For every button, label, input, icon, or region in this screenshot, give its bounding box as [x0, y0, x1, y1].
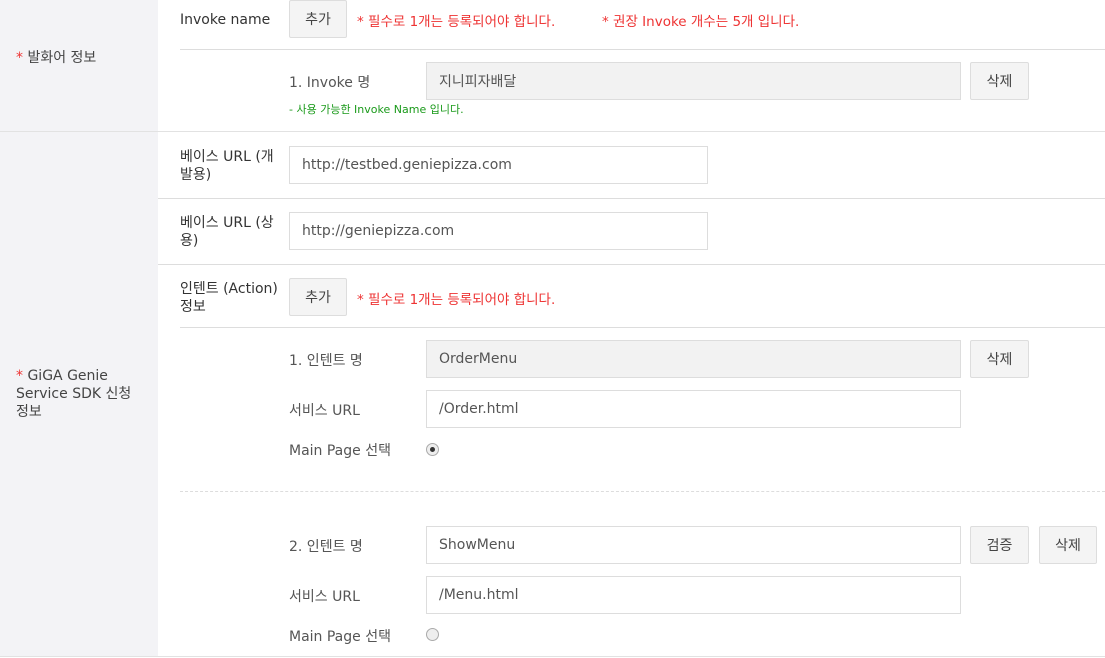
invoke-status-message: - 사용 가능한 Invoke Name 입니다.	[289, 103, 464, 116]
intent-2-name-label: 2. 인텐트 명	[289, 539, 363, 555]
invoke-name-label: Invoke name	[180, 12, 271, 28]
intent-1-url-input[interactable]: /Order.html	[426, 390, 961, 428]
add-intent-button[interactable]: 추가	[289, 278, 347, 316]
intent-1-main-page-label: Main Page 선택	[289, 443, 391, 459]
intent-2-verify-button[interactable]: 검증	[970, 526, 1029, 564]
base-url-prod-input[interactable]: http://geniepizza.com	[289, 212, 708, 250]
delete-invoke-button[interactable]: 삭제	[970, 62, 1029, 100]
add-invoke-button[interactable]: 추가	[289, 0, 347, 38]
intent-2-name-input[interactable]: ShowMenu	[426, 526, 961, 564]
intent-info-label: 인텐트 (Action) 정보	[180, 281, 278, 315]
intent-2-main-page-radio[interactable]	[426, 628, 439, 641]
intent-1-url-label: 서비스 URL	[289, 403, 360, 419]
intent-2-main-page-label: Main Page 선택	[289, 629, 391, 645]
intent-1-name-label: 1. 인텐트 명	[289, 353, 363, 369]
intent-2-delete-button[interactable]: 삭제	[1039, 526, 1097, 564]
intent-1-delete-button[interactable]: 삭제	[970, 340, 1029, 378]
base-url-dev-label: 베이스 URL (개발용)	[180, 149, 274, 183]
intent-2-url-input[interactable]: /Menu.html	[426, 576, 961, 614]
intent-1-name-input[interactable]: OrderMenu	[426, 340, 961, 378]
invoke-recommended-warning: * 권장 Invoke 개수는 5개 입니다.	[602, 14, 800, 30]
invoke-required-warning: * 필수로 1개는 등록되어야 합니다.	[357, 14, 556, 30]
utterance-info-label: * 발화어 정보	[16, 50, 97, 66]
invoke-name-input[interactable]: 지니피자배달	[426, 62, 961, 100]
invoke-item-label: 1. Invoke 명	[289, 75, 371, 91]
sdk-info-label: * GiGA Genie Service SDK 신청 정보	[16, 368, 132, 420]
intent-2-url-label: 서비스 URL	[289, 589, 360, 605]
intent-1-main-page-radio[interactable]	[426, 443, 439, 456]
base-url-prod-label: 베이스 URL (상용)	[180, 215, 274, 249]
base-url-dev-input[interactable]: http://testbed.geniepizza.com	[289, 146, 708, 184]
intent-required-warning: * 필수로 1개는 등록되어야 합니다.	[357, 292, 556, 308]
